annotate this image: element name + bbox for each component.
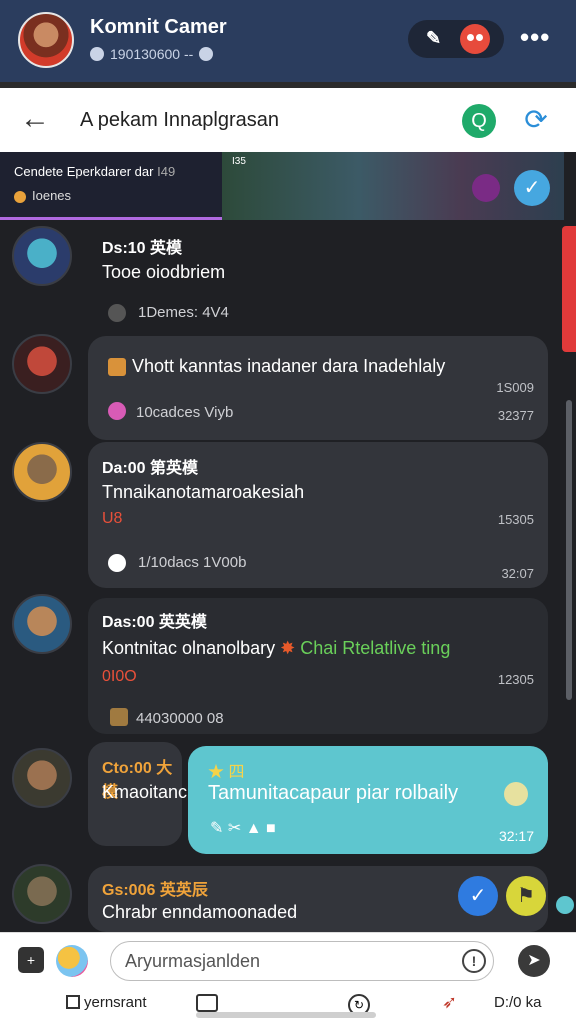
avatar[interactable] bbox=[12, 442, 72, 502]
message-text: Tnnaikanotamaroakesiah bbox=[102, 482, 305, 502]
message-bubble[interactable]: Das:00 英英模 Kontnitac olnanolbary ✸ Chai … bbox=[88, 598, 548, 734]
sender-name: Gs:006 英英辰 bbox=[102, 882, 208, 899]
message-input[interactable] bbox=[110, 941, 494, 981]
tool-icon[interactable]: ✎ bbox=[426, 28, 441, 49]
home-indicator bbox=[196, 1012, 376, 1018]
message-bubble[interactable]: Vhott kanntas inadaner dara Inadehlaly 1… bbox=[88, 336, 548, 440]
smile-icon[interactable] bbox=[504, 782, 528, 806]
clock-icon bbox=[108, 554, 126, 572]
send-icon[interactable]: ➤ bbox=[518, 945, 550, 977]
timestamp: 1S009 bbox=[496, 380, 534, 395]
avatar[interactable] bbox=[12, 748, 72, 808]
share-icon[interactable]: ⟳ bbox=[518, 102, 554, 138]
chat-header: ← A pekam Innaplgrasan Q ⟳ bbox=[0, 88, 576, 152]
green-tag: Chai Rtelatlive ting bbox=[300, 638, 451, 658]
nav-item-left[interactable]: yernsrant bbox=[66, 994, 147, 1011]
top-bar: Komnit Camer 190130600 -- ✎ ••• bbox=[0, 0, 576, 82]
coin-icon bbox=[14, 190, 26, 203]
star-icon: ★ 四 bbox=[208, 764, 245, 781]
red-tag: 0I0O bbox=[102, 668, 137, 685]
shield-icon bbox=[199, 47, 214, 61]
gift-icon bbox=[110, 708, 128, 726]
badge-icon bbox=[108, 358, 126, 376]
banner-line2: Ioenes bbox=[14, 188, 71, 203]
attach-icon[interactable]: + bbox=[18, 947, 44, 973]
message-meta: 1Demes: 4V4 bbox=[138, 304, 229, 321]
message-row: Da:00 第英模 Tnnaikanotamaroakesiah U8 1530… bbox=[0, 440, 562, 590]
check-icon[interactable]: ✓ bbox=[514, 170, 550, 206]
scrollbar[interactable] bbox=[566, 400, 572, 700]
message-row: Das:00 英英模 Kontnitac olnanolbary ✸ Chai … bbox=[0, 594, 562, 734]
game-banner[interactable]: Cendete Eperkdarer dar I49 Ioenes I35 ✓ bbox=[0, 152, 564, 220]
search-chat-icon[interactable]: Q bbox=[462, 104, 496, 138]
status-icon bbox=[90, 47, 104, 61]
timestamp: 15305 bbox=[497, 512, 534, 527]
call-button[interactable]: ✓ bbox=[458, 876, 498, 916]
profile-sub-text: 190130600 -- bbox=[110, 46, 194, 62]
heart-icon[interactable] bbox=[108, 402, 126, 420]
avatar[interactable] bbox=[12, 226, 72, 286]
message-bubble[interactable]: Cto:00 大模 Kmaoitanc bbox=[88, 742, 187, 846]
message-meta: 44030000 08 bbox=[136, 710, 224, 727]
sender-name: Ds:10 英模 bbox=[102, 240, 183, 257]
side-tab[interactable] bbox=[562, 226, 576, 352]
banner-info: Cendete Eperkdarer dar I49 Ioenes bbox=[0, 152, 222, 220]
avatar[interactable] bbox=[12, 864, 72, 924]
grid-icon bbox=[66, 995, 80, 1009]
sender-name: Das:00 英英模 bbox=[102, 614, 207, 631]
red-tag: U8 bbox=[102, 510, 123, 527]
avatar[interactable] bbox=[12, 334, 72, 394]
compose-bar: + ! ➤ bbox=[0, 932, 576, 988]
tools-pill[interactable]: ✎ bbox=[408, 20, 504, 58]
profile-avatar[interactable] bbox=[18, 12, 74, 68]
timestamp: 32377 bbox=[497, 408, 534, 423]
message-meta: 1/10dacs 1V00b bbox=[138, 554, 247, 571]
message-text: Vhott kanntas inadaner dara Inadehlaly bbox=[132, 356, 446, 376]
rocket-nav-icon[interactable]: ➶ bbox=[442, 992, 457, 1013]
message-text: Tooe oiodbriem bbox=[102, 262, 226, 282]
message-meta: 10cadces Viyb bbox=[136, 404, 234, 421]
emoji-icon[interactable] bbox=[56, 945, 88, 977]
indicator-dot bbox=[556, 896, 574, 914]
timestamp: 12305 bbox=[497, 672, 534, 687]
sent-message-text: Tamunitacapaur piar rolbaily bbox=[208, 782, 459, 804]
info-icon[interactable]: ! bbox=[462, 949, 486, 973]
attachment-icons: ✎ ✂ ▲ ■ bbox=[210, 820, 276, 837]
message-text: Kmaoitanc bbox=[102, 782, 188, 802]
sent-timestamp: 32:17 bbox=[498, 828, 534, 844]
robot-icon[interactable] bbox=[460, 24, 490, 54]
game-preview[interactable]: I35 ✓ bbox=[222, 152, 564, 220]
message-row: Vhott kanntas inadaner dara Inadehlaly 1… bbox=[0, 332, 562, 440]
sent-message-bubble[interactable]: ★ 四 Tamunitacapaur piar rolbaily ✎ ✂ ▲ ■… bbox=[188, 746, 548, 854]
profile-subline: 190130600 -- bbox=[90, 46, 214, 62]
game-label: I35 bbox=[232, 156, 246, 167]
orb-icon bbox=[472, 174, 500, 202]
timestamp: 32:07 bbox=[501, 566, 534, 581]
profile-name: Komnit Camer bbox=[90, 16, 227, 38]
message-bubble[interactable]: Da:00 第英模 Tnnaikanotamaroakesiah U8 1530… bbox=[88, 442, 548, 588]
bottom-nav: yernsrant ↻ ➶ D:/0 ka bbox=[0, 988, 576, 1024]
message-text: Chrabr enndamoonaded bbox=[102, 902, 298, 922]
back-arrow-icon[interactable]: ← bbox=[20, 102, 50, 136]
chat-nav-icon[interactable] bbox=[196, 994, 218, 1012]
flag-button[interactable]: ⚑ bbox=[506, 876, 546, 916]
sender-name: Da:00 第英模 bbox=[102, 460, 199, 477]
chat-title: A pekam Innaplgrasan bbox=[80, 109, 280, 131]
more-options-icon[interactable]: ••• bbox=[520, 22, 550, 53]
message-text: Kontnitac olnanolbary ✸ Chai Rtelatlive … bbox=[102, 638, 451, 658]
reaction-icon[interactable] bbox=[108, 304, 126, 322]
avatar[interactable] bbox=[12, 594, 72, 654]
banner-line1: Cendete Eperkdarer dar I49 bbox=[14, 164, 176, 179]
message-row: Ds:10 英模 Tooe oiodbriem 1Demes: 4V4 bbox=[0, 220, 562, 322]
nav-item-right[interactable]: D:/0 ka bbox=[494, 994, 542, 1011]
